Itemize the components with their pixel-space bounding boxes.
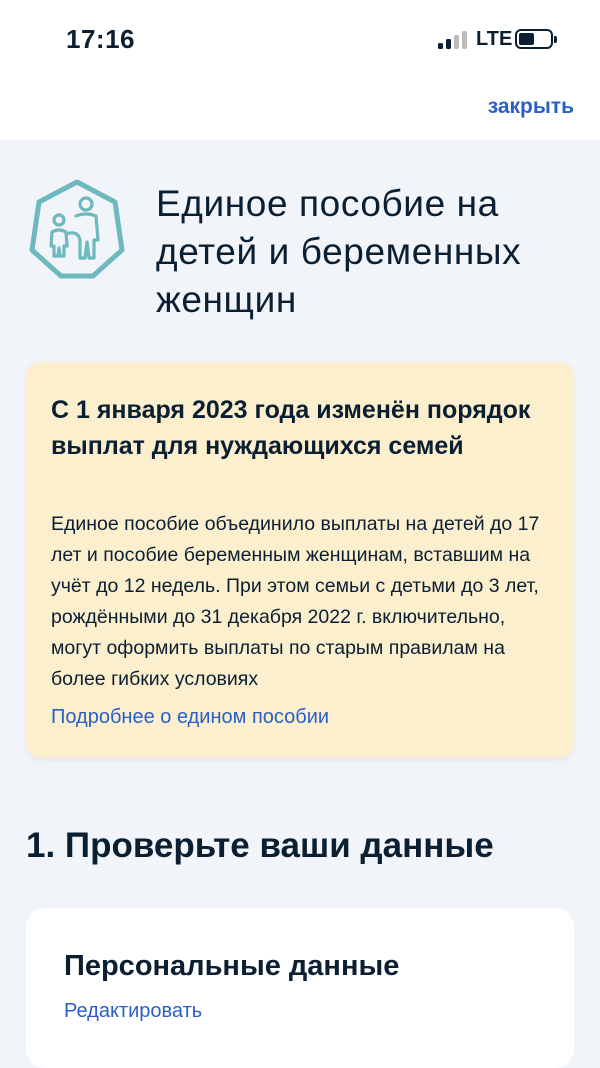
battery-icon xyxy=(515,29,557,49)
notice-card: С 1 января 2023 года изменён порядок вып… xyxy=(26,362,574,758)
top-bar: закрыть xyxy=(0,80,600,140)
status-time: 17:16 xyxy=(66,24,135,54)
personal-data-card: Персональные данные Редактировать xyxy=(26,908,574,1068)
more-info-link[interactable]: Подробнее о едином пособии xyxy=(51,706,329,729)
edit-link[interactable]: Редактировать xyxy=(64,1000,202,1023)
notice-title: С 1 января 2023 года изменён порядок вып… xyxy=(51,396,531,460)
personal-data-title: Персональные данные xyxy=(64,950,400,982)
family-icon xyxy=(24,176,130,282)
signal-icon xyxy=(438,31,468,49)
notice-body: Единое пособие объединило выплаты на дет… xyxy=(51,513,540,690)
close-button[interactable]: закрыть xyxy=(488,95,574,119)
network-type: LTE xyxy=(476,28,513,50)
section-title: 1. Проверьте ваши данные xyxy=(26,826,494,865)
status-bar: 17:16 LTE xyxy=(0,0,600,80)
page-title: Единое пособие на детей и беременных жен… xyxy=(156,183,522,320)
